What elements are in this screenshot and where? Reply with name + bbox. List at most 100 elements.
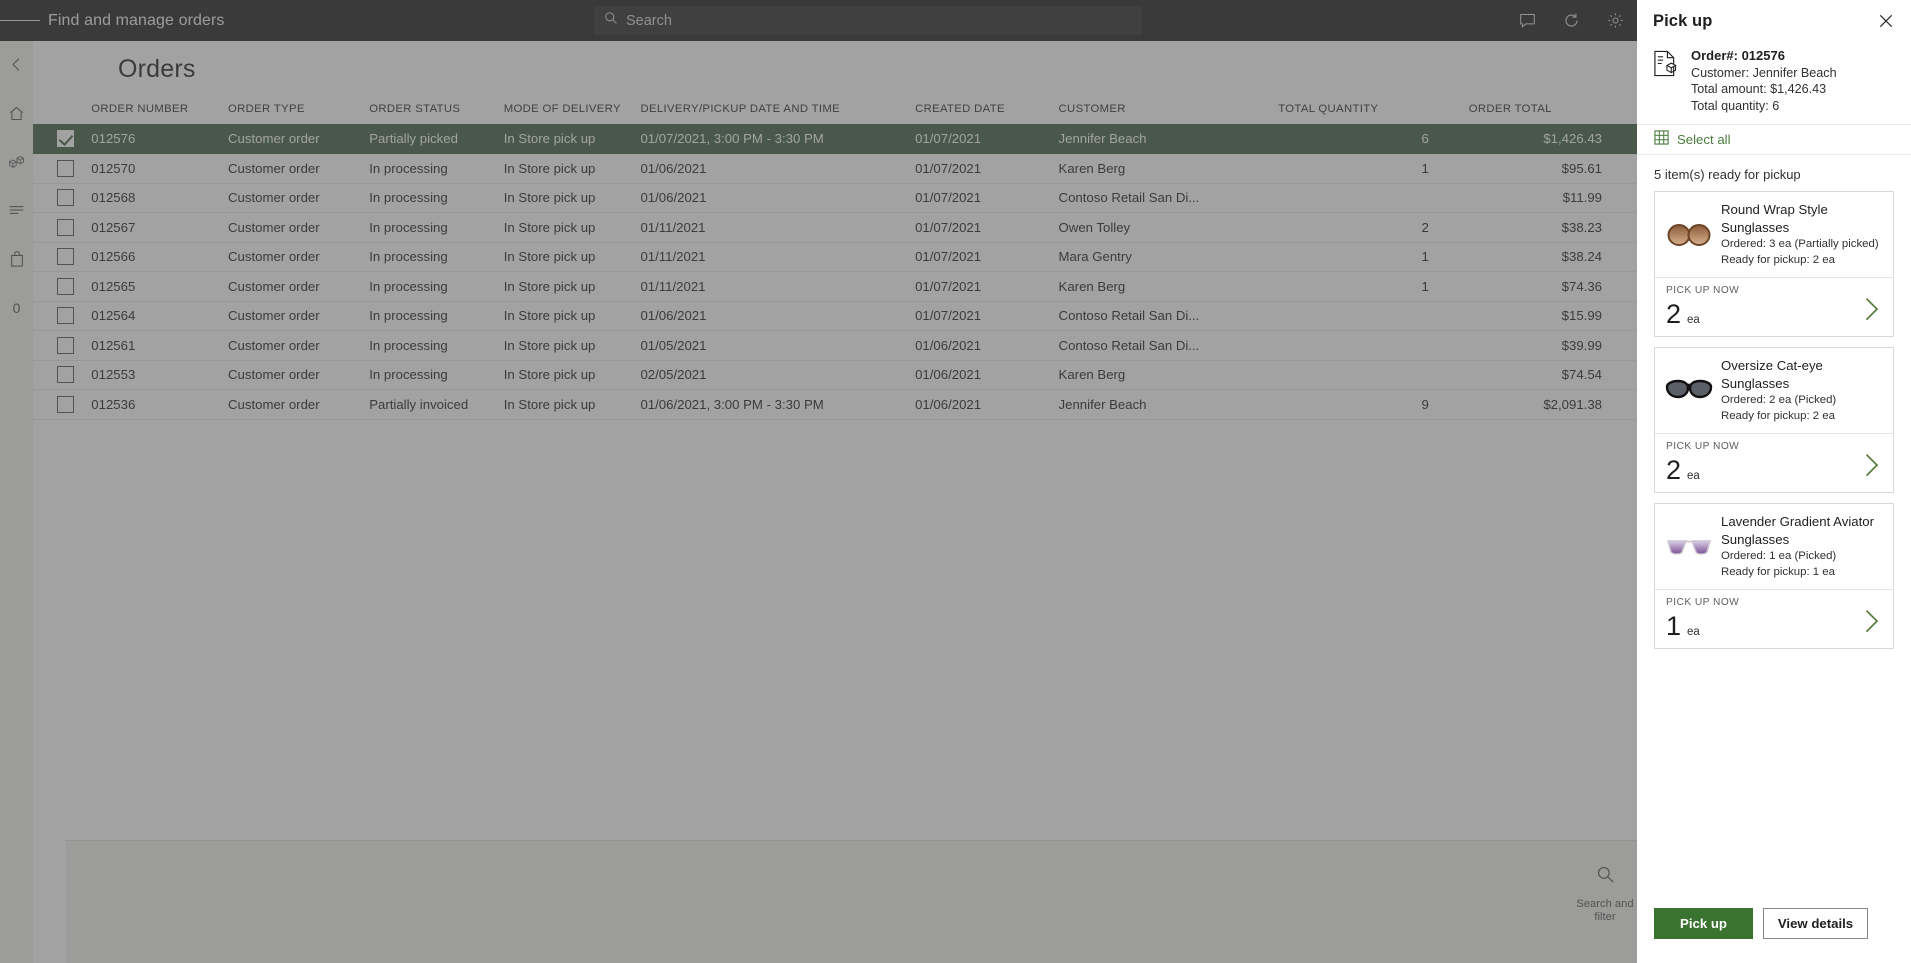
pick-up-now-stepper[interactable]: PICK UP NOW 1 ea <box>1655 589 1893 648</box>
ready-quantity: Ready for pickup: 1 ea <box>1721 566 1835 579</box>
app-title: Find and manage orders <box>48 11 225 29</box>
header-order-status[interactable]: ORDER STATUS <box>369 94 504 124</box>
header-mode-of-delivery[interactable]: MODE OF DELIVERY <box>504 94 641 124</box>
pick-up-quantity: 2 <box>1666 299 1682 330</box>
pick-up-now-stepper[interactable]: PICK UP NOW 2 ea <box>1655 433 1893 492</box>
bag-icon[interactable] <box>0 241 33 276</box>
table-row[interactable]: 012570 Customer order In processing In Stor… <box>33 153 1637 184</box>
row-checkbox[interactable] <box>33 389 92 420</box>
chevron-right-icon[interactable] <box>1864 608 1881 639</box>
pick-up-now-label: PICK UP NOW <box>1666 285 1740 297</box>
row-checkbox[interactable] <box>33 212 92 243</box>
select-all-button[interactable]: Select all <box>1637 124 1911 156</box>
cell-order-number: 012570 <box>91 153 229 184</box>
select-all-grid-icon <box>1654 130 1669 150</box>
table-row[interactable]: 012576 Customer order Partially picked In S… <box>33 124 1637 154</box>
table-row[interactable]: 012561 Customer order In processing In Stor… <box>33 330 1637 361</box>
cell-order-total: $74.54 <box>1468 360 1637 390</box>
cell-created-date: 01/07/2021 <box>915 153 1059 184</box>
cell-order-number: 012565 <box>91 271 229 302</box>
refresh-icon[interactable] <box>1549 0 1593 41</box>
cell-order-status: In processing <box>369 360 504 390</box>
cell-created-date: 01/07/2021 <box>915 242 1059 272</box>
order-document-icon <box>1653 46 1685 114</box>
cell-order-number: 012561 <box>91 330 229 361</box>
cell-delivery-date: 01/06/2021 <box>640 301 916 331</box>
header-order-type[interactable]: ORDER TYPE <box>228 94 369 124</box>
row-checkbox[interactable] <box>33 360 92 390</box>
cell-mode-of-delivery: In Store pick up <box>503 124 641 154</box>
cell-customer: Karen Berg <box>1058 360 1279 390</box>
settings-gear-icon[interactable] <box>1593 0 1637 41</box>
header-customer[interactable]: CUSTOMER <box>1059 94 1279 124</box>
back-arrow-icon[interactable] <box>0 47 33 82</box>
zero-count-label: 0 <box>12 299 21 316</box>
row-checkbox[interactable] <box>33 301 92 331</box>
ready-quantity: Ready for pickup: 2 ea <box>1721 254 1835 267</box>
hamburger-icon[interactable] <box>0 0 40 41</box>
table-row[interactable]: 012567 Customer order In processing In Stor… <box>33 212 1637 243</box>
pickup-item-card[interactable]: Round Wrap Style Sunglasses Ordered: 3 ea… <box>1654 191 1894 338</box>
order-quantity-label: Total quantity: 6 <box>1691 98 1780 113</box>
search-input[interactable]: Search <box>594 6 1142 35</box>
feedback-icon[interactable] <box>1505 0 1549 41</box>
cell-delivery-date: 01/06/2021, 3:00 PM - 3:30 PM <box>640 389 916 420</box>
pick-up-button[interactable]: Pick up <box>1654 908 1753 939</box>
cell-order-status: Partially picked <box>369 124 504 154</box>
lavender-aviator-sunglasses-image <box>1663 513 1715 580</box>
close-icon[interactable] <box>1873 8 1899 34</box>
cell-order-number: 012564 <box>91 301 229 331</box>
cell-created-date: 01/06/2021 <box>915 360 1059 390</box>
round-wrap-sunglasses-image <box>1663 201 1715 268</box>
order-summary: Order#: 012576 Customer: Jennifer Beach … <box>1637 42 1911 124</box>
pick-up-unit: ea <box>1687 470 1700 483</box>
header-order-number[interactable]: ORDER NUMBER <box>91 94 228 124</box>
header-delivery-date[interactable]: DELIVERY/PICKUP DATE AND TIME <box>640 94 915 124</box>
home-icon[interactable] <box>0 96 33 131</box>
cell-order-total: $2,091.38 <box>1468 389 1637 420</box>
cell-total-quantity <box>1278 301 1469 331</box>
table-row[interactable]: 012568 Customer order In processing In Stor… <box>33 183 1637 213</box>
cell-order-number: 012566 <box>91 242 229 272</box>
row-checkbox[interactable] <box>33 330 92 361</box>
header-created-date[interactable]: CREATED DATE <box>915 94 1058 124</box>
cell-order-type: Customer order <box>228 271 370 302</box>
cell-mode-of-delivery: In Store pick up <box>503 271 641 302</box>
list-icon[interactable] <box>0 192 33 227</box>
pick-up-quantity: 1 <box>1666 611 1682 642</box>
cell-customer: Contoso Retail San Di... <box>1058 301 1279 331</box>
cell-order-type: Customer order <box>228 389 370 420</box>
view-details-button[interactable]: View details <box>1763 908 1868 939</box>
header-order-total[interactable]: ORDER TOTAL <box>1469 94 1637 124</box>
top-bar: Find and manage orders Search <box>0 0 1637 41</box>
search-placeholder: Search <box>626 12 672 29</box>
cell-total-quantity <box>1278 183 1469 213</box>
table-row[interactable]: 012564 Customer order In processing In Stor… <box>33 301 1637 331</box>
table-row[interactable]: 012553 Customer order In processing In Stor… <box>33 360 1637 390</box>
header-total-quantity[interactable]: TOTAL QUANTITY <box>1278 94 1469 124</box>
pick-up-now-stepper[interactable]: PICK UP NOW 2 ea <box>1655 277 1893 336</box>
cell-order-type: Customer order <box>228 242 370 272</box>
cell-order-type: Customer order <box>228 124 370 154</box>
row-checkbox[interactable] <box>33 153 92 184</box>
table-row[interactable]: 012536 Customer order Partially invoiced In… <box>33 389 1637 420</box>
panel-title: Pick up <box>1653 11 1713 30</box>
cell-created-date: 01/07/2021 <box>915 271 1059 302</box>
pick-up-unit: ea <box>1687 314 1700 327</box>
cell-order-total: $38.24 <box>1468 242 1637 272</box>
products-icon[interactable] <box>0 145 33 180</box>
cell-order-total: $38.23 <box>1468 212 1637 243</box>
zero-count-icon[interactable]: 0 <box>0 290 33 325</box>
row-checkbox[interactable] <box>33 124 92 154</box>
table-row[interactable]: 012565 Customer order In processing In Stor… <box>33 271 1637 302</box>
orders-grid: ORDER NUMBER ORDER TYPE ORDER STATUS MOD… <box>33 94 1637 420</box>
pickup-item-card[interactable]: Lavender Gradient Aviator Sunglasses Orde… <box>1654 503 1894 650</box>
cell-mode-of-delivery: In Store pick up <box>503 242 641 272</box>
chevron-right-icon[interactable] <box>1864 452 1881 483</box>
row-checkbox[interactable] <box>33 183 92 213</box>
chevron-right-icon[interactable] <box>1864 296 1881 327</box>
row-checkbox[interactable] <box>33 242 92 272</box>
pickup-item-card[interactable]: Oversize Cat-eye Sunglasses Ordered: 2 ea… <box>1654 347 1894 494</box>
table-row[interactable]: 012566 Customer order In processing In Stor… <box>33 242 1637 272</box>
row-checkbox[interactable] <box>33 271 92 302</box>
